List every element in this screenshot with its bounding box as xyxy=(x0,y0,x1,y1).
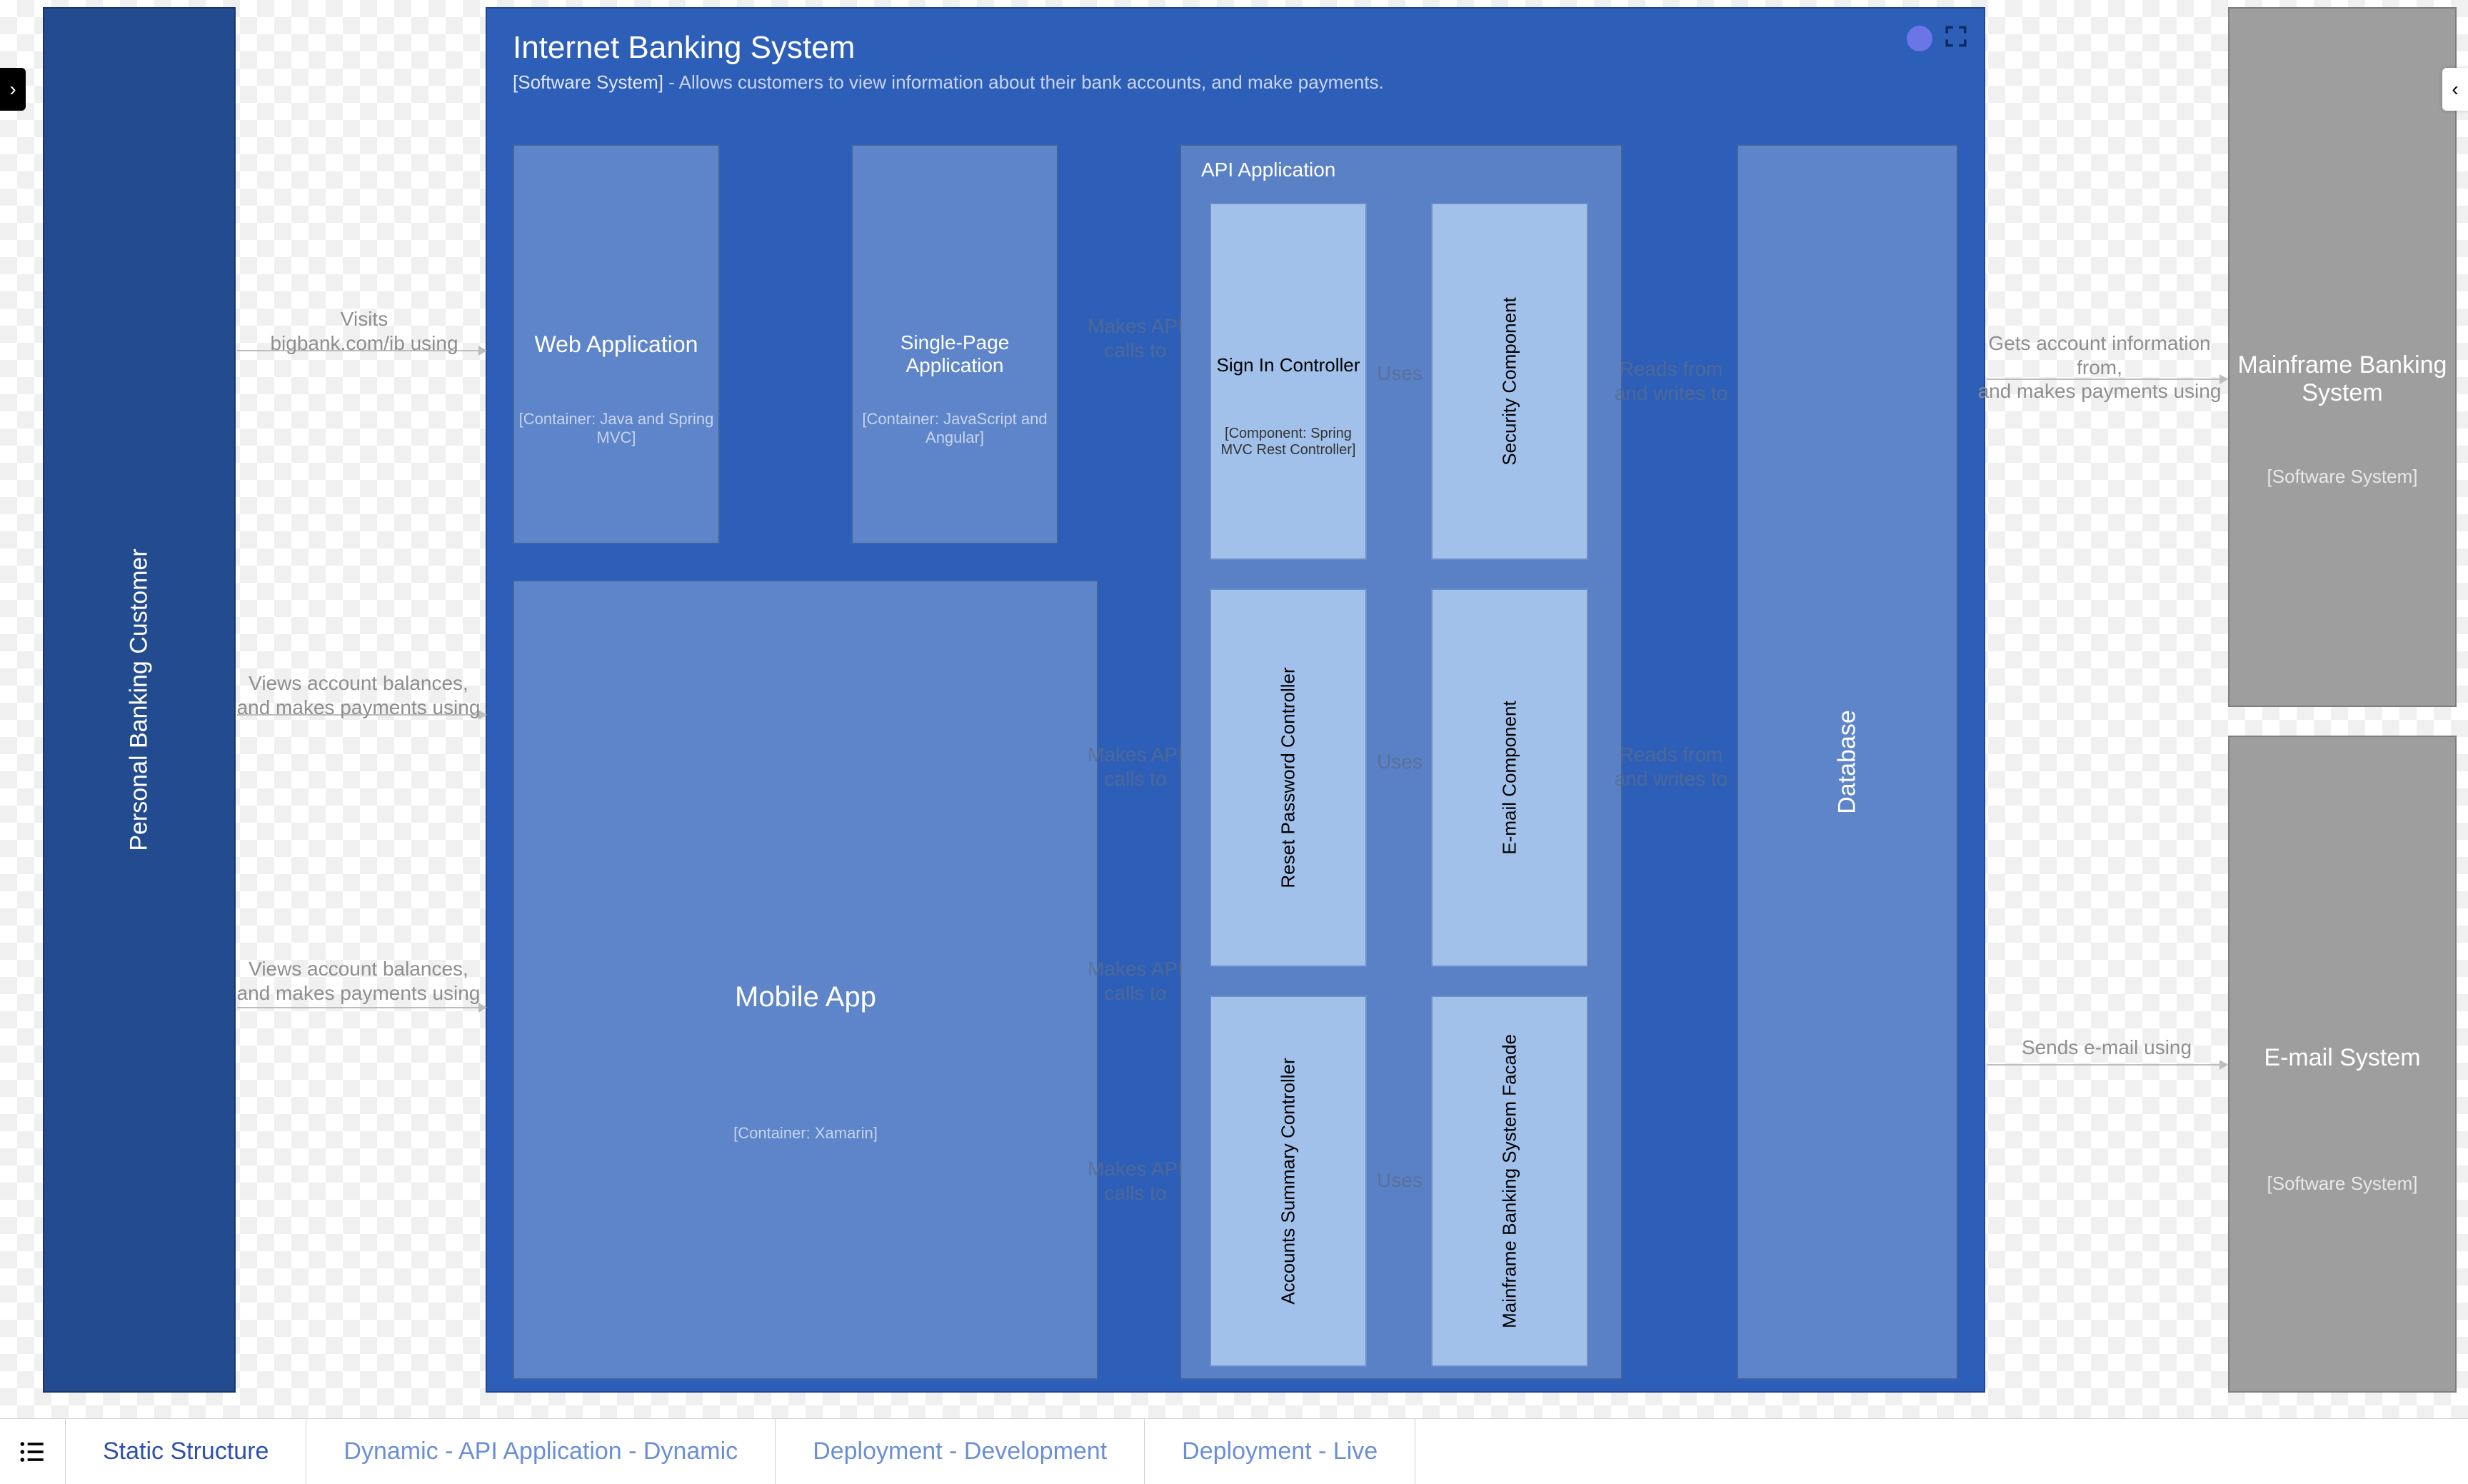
edge-label-makes-api-4: Makes API calls to xyxy=(1064,1157,1207,1205)
container-mobile-app[interactable]: Mobile App [Container: Xamarin] xyxy=(513,580,1098,1380)
navigation-indicator-icon[interactable] xyxy=(1907,26,1932,51)
component-mainframe-facade[interactable]: Mainframe Banking System Facade xyxy=(1431,996,1588,1367)
component-accounts-summary[interactable]: Accounts Summary Controller xyxy=(1210,996,1367,1367)
edge-label-makes-api-2: Makes API calls to xyxy=(1064,743,1207,791)
system-description: - Allows customers to view information a… xyxy=(668,71,1383,93)
view-tabs-bar: Static Structure Dynamic - API Applicati… xyxy=(0,1418,2468,1484)
edge-sends-email xyxy=(1987,1064,2227,1066)
right-panel-toggle[interactable]: ‹ xyxy=(2442,68,2468,111)
component-reset-password[interactable]: Reset Password Controller xyxy=(1210,588,1367,967)
edge-label-makes-api-3: Makes API calls to xyxy=(1064,957,1207,1005)
component-signin-controller[interactable]: Sign In Controller [Component: Spring MV… xyxy=(1210,203,1367,560)
tab-static-structure[interactable]: Static Structure xyxy=(66,1419,306,1484)
web-app-tech: [Container: Java and Spring MVC] xyxy=(514,410,718,447)
chevron-left-icon: ‹ xyxy=(2452,78,2458,101)
actor-personal-banking-customer[interactable]: Personal Banking Customer xyxy=(43,7,236,1393)
diagram-canvas[interactable]: Personal Banking Customer Internet Banki… xyxy=(0,0,2468,1484)
mobile-tech: [Container: Xamarin] xyxy=(514,1124,1097,1143)
edge-label-gets-account: Gets account information from, and makes… xyxy=(1971,331,2228,403)
spa-label: Single-Page Application xyxy=(853,331,1057,377)
email-system-tag: [Software System] xyxy=(2229,1173,2455,1195)
fullscreen-icon[interactable] xyxy=(1944,24,1968,52)
reset-pwd-label: Reset Password Controller xyxy=(1278,667,1300,888)
edge-label-reads-writes-1: Reads from and writes to xyxy=(1592,357,1750,405)
mainframe-label: Mainframe Banking System xyxy=(2229,351,2455,407)
api-app-label: API Application xyxy=(1181,146,1621,194)
edge-label-sends-email: Sends e-mail using xyxy=(1992,1036,2221,1060)
tab-deployment-live[interactable]: Deployment - Live xyxy=(1145,1419,1415,1484)
accounts-label: Accounts Summary Controller xyxy=(1278,1058,1300,1304)
spa-tech: [Container: JavaScript and Angular] xyxy=(853,410,1057,447)
signin-label: Sign In Controller xyxy=(1211,354,1365,376)
external-email-system[interactable]: E-mail System [Software System] xyxy=(2228,736,2457,1393)
container-spa[interactable]: Single-Page Application [Container: Java… xyxy=(851,144,1058,544)
container-database[interactable]: Database xyxy=(1737,144,1958,1380)
database-label: Database xyxy=(1834,710,1862,814)
edge-label-reads-writes-2: Reads from and writes to xyxy=(1592,743,1750,791)
edge-label-uses-3: Uses xyxy=(1364,1168,1435,1193)
security-label: Security Component xyxy=(1499,297,1521,466)
system-tag: [Software System] xyxy=(513,71,663,93)
mainframe-tag: [Software System] xyxy=(2229,466,2455,488)
chevron-right-icon: › xyxy=(9,78,16,101)
email-label: E-mail Component xyxy=(1499,701,1521,854)
mobile-label: Mobile App xyxy=(514,981,1097,1013)
edge-label-views1: Views account balances, and makes paymen… xyxy=(230,671,487,719)
list-icon xyxy=(17,1436,49,1468)
component-security[interactable]: Security Component xyxy=(1431,203,1588,560)
container-web-application[interactable]: Web Application [Container: Java and Spr… xyxy=(513,144,720,544)
actor-label: Personal Banking Customer xyxy=(126,548,154,851)
component-email[interactable]: E-mail Component xyxy=(1431,588,1588,967)
edge-views2 xyxy=(237,1007,486,1008)
edge-label-makes-api-1: Makes API calls to xyxy=(1064,314,1207,362)
edge-label-views2: Views account balances, and makes paymen… xyxy=(230,957,487,1005)
view-list-button[interactable] xyxy=(0,1419,66,1484)
facade-label: Mainframe Banking System Facade xyxy=(1499,1034,1521,1328)
external-mainframe[interactable]: Mainframe Banking System [Software Syste… xyxy=(2228,7,2457,707)
left-panel-toggle[interactable]: › xyxy=(0,68,26,111)
edge-label-uses-1: Uses xyxy=(1364,361,1435,386)
signin-tech: [Component: Spring MVC Rest Controller] xyxy=(1218,426,1358,458)
system-header: Internet Banking System [Software System… xyxy=(513,30,1958,94)
system-internet-banking[interactable]: Internet Banking System [Software System… xyxy=(486,7,1985,1393)
edge-label-uses-2: Uses xyxy=(1364,750,1435,774)
tab-deployment-development[interactable]: Deployment - Development xyxy=(776,1419,1145,1484)
tab-dynamic-api[interactable]: Dynamic - API Application - Dynamic xyxy=(306,1419,776,1484)
system-title: Internet Banking System xyxy=(513,30,1958,66)
web-app-label: Web Application xyxy=(514,331,718,358)
email-system-label: E-mail System xyxy=(2229,1044,2455,1072)
edge-label-visits: Visits bigbank.com/ib using xyxy=(243,307,486,355)
